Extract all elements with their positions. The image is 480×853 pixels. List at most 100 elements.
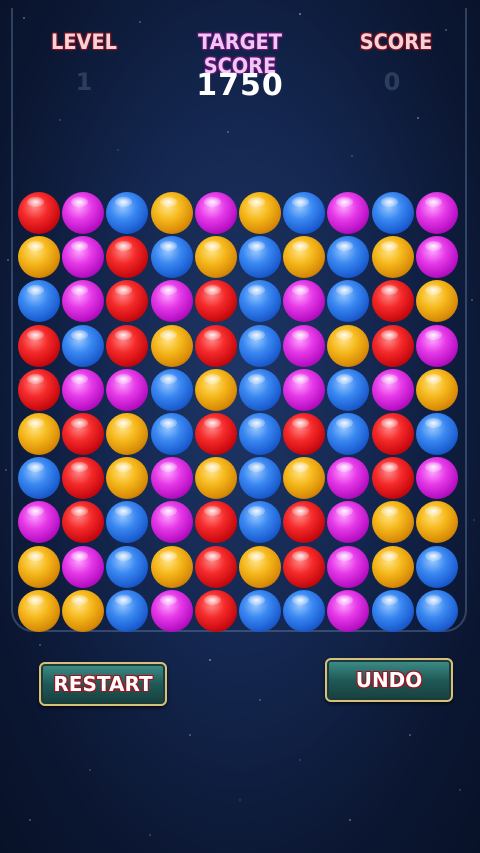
ball-blue[interactable] <box>239 325 281 367</box>
ball-yellow[interactable] <box>18 546 60 588</box>
ball-yellow[interactable] <box>62 590 104 632</box>
ball-purple[interactable] <box>62 236 104 278</box>
ball-red[interactable] <box>106 236 148 278</box>
ball-blue[interactable] <box>239 236 281 278</box>
ball-blue[interactable] <box>62 325 104 367</box>
ball-purple[interactable] <box>62 546 104 588</box>
ball-yellow[interactable] <box>239 192 281 234</box>
ball-blue[interactable] <box>151 236 193 278</box>
ball-blue[interactable] <box>18 457 60 499</box>
ball-purple[interactable] <box>327 501 369 543</box>
ball-yellow[interactable] <box>18 590 60 632</box>
ball-red[interactable] <box>18 325 60 367</box>
ball-yellow[interactable] <box>195 236 237 278</box>
ball-red[interactable] <box>106 280 148 322</box>
ball-blue[interactable] <box>283 192 325 234</box>
ball-purple[interactable] <box>283 280 325 322</box>
ball-red[interactable] <box>195 413 237 455</box>
ball-blue[interactable] <box>239 413 281 455</box>
ball-purple[interactable] <box>416 325 458 367</box>
ball-blue[interactable] <box>239 457 281 499</box>
ball-blue[interactable] <box>106 192 148 234</box>
ball-yellow[interactable] <box>327 325 369 367</box>
ball-blue[interactable] <box>372 192 414 234</box>
ball-blue[interactable] <box>239 369 281 411</box>
ball-blue[interactable] <box>416 413 458 455</box>
ball-purple[interactable] <box>195 192 237 234</box>
ball-yellow[interactable] <box>416 280 458 322</box>
ball-purple[interactable] <box>327 546 369 588</box>
ball-yellow[interactable] <box>239 546 281 588</box>
ball-red[interactable] <box>372 413 414 455</box>
ball-yellow[interactable] <box>283 236 325 278</box>
ball-blue[interactable] <box>151 369 193 411</box>
ball-blue[interactable] <box>239 590 281 632</box>
ball-purple[interactable] <box>106 369 148 411</box>
ball-yellow[interactable] <box>372 236 414 278</box>
ball-purple[interactable] <box>416 457 458 499</box>
ball-purple[interactable] <box>62 192 104 234</box>
ball-purple[interactable] <box>62 369 104 411</box>
ball-purple[interactable] <box>327 457 369 499</box>
ball-purple[interactable] <box>151 457 193 499</box>
ball-red[interactable] <box>195 590 237 632</box>
ball-red[interactable] <box>18 369 60 411</box>
restart-button[interactable]: RESTART <box>39 662 167 706</box>
ball-red[interactable] <box>62 501 104 543</box>
ball-purple[interactable] <box>151 590 193 632</box>
ball-yellow[interactable] <box>151 325 193 367</box>
ball-blue[interactable] <box>327 369 369 411</box>
ball-blue[interactable] <box>151 413 193 455</box>
ball-purple[interactable] <box>416 236 458 278</box>
ball-blue[interactable] <box>327 236 369 278</box>
ball-yellow[interactable] <box>106 413 148 455</box>
ball-red[interactable] <box>283 501 325 543</box>
ball-blue[interactable] <box>416 546 458 588</box>
ball-purple[interactable] <box>416 192 458 234</box>
ball-red[interactable] <box>283 413 325 455</box>
ball-yellow[interactable] <box>106 457 148 499</box>
ball-blue[interactable] <box>106 590 148 632</box>
undo-button[interactable]: UNDO <box>325 658 453 702</box>
ball-red[interactable] <box>62 457 104 499</box>
ball-yellow[interactable] <box>151 546 193 588</box>
ball-yellow[interactable] <box>283 457 325 499</box>
ball-blue[interactable] <box>283 590 325 632</box>
ball-blue[interactable] <box>416 590 458 632</box>
ball-purple[interactable] <box>283 325 325 367</box>
ball-red[interactable] <box>62 413 104 455</box>
ball-red[interactable] <box>195 501 237 543</box>
ball-yellow[interactable] <box>372 546 414 588</box>
ball-purple[interactable] <box>151 501 193 543</box>
ball-blue[interactable] <box>18 280 60 322</box>
ball-blue[interactable] <box>372 590 414 632</box>
ball-red[interactable] <box>18 192 60 234</box>
ball-purple[interactable] <box>18 501 60 543</box>
ball-red[interactable] <box>106 325 148 367</box>
ball-blue[interactable] <box>327 280 369 322</box>
ball-red[interactable] <box>283 546 325 588</box>
ball-purple[interactable] <box>327 192 369 234</box>
ball-red[interactable] <box>195 546 237 588</box>
ball-purple[interactable] <box>372 369 414 411</box>
ball-yellow[interactable] <box>372 501 414 543</box>
ball-yellow[interactable] <box>195 369 237 411</box>
ball-blue[interactable] <box>327 413 369 455</box>
ball-yellow[interactable] <box>195 457 237 499</box>
ball-yellow[interactable] <box>18 236 60 278</box>
ball-yellow[interactable] <box>18 413 60 455</box>
ball-red[interactable] <box>372 457 414 499</box>
ball-red[interactable] <box>372 280 414 322</box>
ball-purple[interactable] <box>327 590 369 632</box>
ball-purple[interactable] <box>151 280 193 322</box>
ball-purple[interactable] <box>62 280 104 322</box>
ball-yellow[interactable] <box>416 501 458 543</box>
ball-red[interactable] <box>372 325 414 367</box>
ball-yellow[interactable] <box>416 369 458 411</box>
ball-blue[interactable] <box>106 546 148 588</box>
ball-purple[interactable] <box>283 369 325 411</box>
ball-blue[interactable] <box>239 501 281 543</box>
ball-blue[interactable] <box>106 501 148 543</box>
ball-blue[interactable] <box>239 280 281 322</box>
ball-red[interactable] <box>195 325 237 367</box>
